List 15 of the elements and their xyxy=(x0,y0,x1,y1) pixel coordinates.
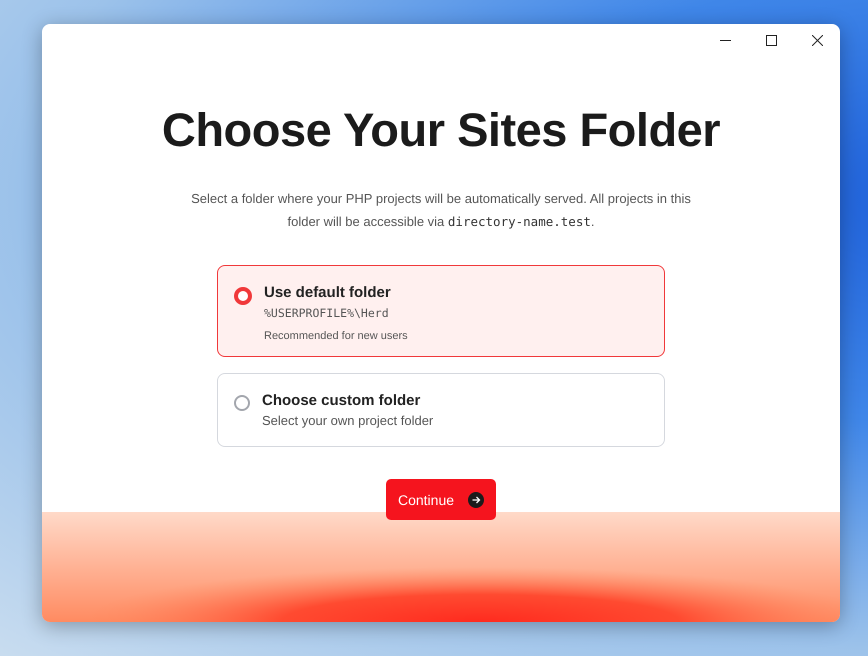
folder-option-card[interactable]: Use default folder %USERPROFILE%\Herd Recommended for new users xyxy=(217,265,665,357)
radio-button[interactable] xyxy=(234,395,250,411)
option-title: Choose custom folder xyxy=(262,392,422,409)
option-description: Recommended for new users xyxy=(264,330,408,342)
continue-button[interactable]: Continue xyxy=(386,479,496,520)
arrow-right-icon xyxy=(468,492,484,508)
radio-button[interactable] xyxy=(234,287,252,305)
description-text: Select a folder where your PHP projects will be automatically served. All projects in this folder will be accessible via directory-name.test. xyxy=(190,190,692,231)
option-title: Use default folder xyxy=(264,284,392,301)
option-description: Select your own project folder xyxy=(262,413,434,428)
folder-path: %USERPROFILE%\Herd xyxy=(264,306,390,320)
folder-option-card[interactable]: Choose custom folder Select your own project folder xyxy=(217,373,665,447)
maximize-icon xyxy=(766,34,776,46)
close-icon xyxy=(812,34,822,46)
page-heading: Choose Your Sites Folder xyxy=(162,102,720,157)
